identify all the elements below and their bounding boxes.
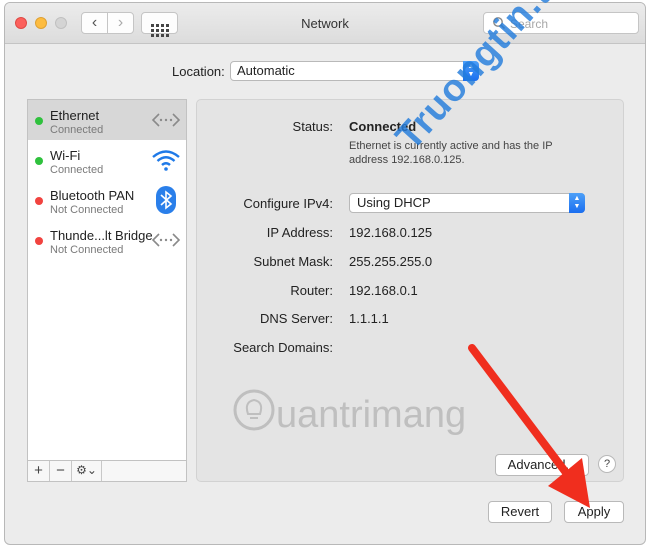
search-domains-label: Search Domains:: [233, 340, 333, 355]
status-dot-disconnected: [35, 197, 43, 205]
service-status: Connected: [50, 124, 104, 136]
status-label: Status:: [292, 119, 333, 134]
ip-address-label: IP Address:: [266, 225, 333, 240]
service-list[interactable]: Ethernet Connected Wi-Fi Connected Bluet…: [27, 99, 187, 461]
ethernet-arrows-icon: [151, 113, 181, 127]
bluetooth-icon: [156, 186, 176, 214]
subnet-mask-value: 255.255.255.0: [349, 254, 433, 269]
watermark-text-secondary: uantrimang: [276, 394, 467, 436]
gear-action-button[interactable]: ⚙︎⌄: [72, 461, 102, 481]
wifi-icon: [152, 150, 180, 171]
service-name: Bluetooth PAN: [50, 188, 135, 203]
router-label: Router:: [290, 283, 333, 298]
service-name: Wi-Fi: [50, 148, 81, 163]
service-item-thunderbolt-bridge[interactable]: Thunde...lt Bridge Not Connected: [28, 220, 186, 260]
red-annotation-arrow-icon: [468, 344, 590, 508]
status-dot-disconnected: [35, 237, 43, 245]
ip-address-value: 192.168.0.125: [349, 225, 433, 240]
ethernet-arrows-icon: [151, 233, 181, 247]
select-stepper-icon: ▲ ▼: [569, 193, 585, 213]
configure-ipv4-label: Configure IPv4:: [243, 196, 333, 211]
dns-server-value: 1.1.1.1: [349, 311, 389, 326]
service-name: Thunde...lt Bridge: [50, 228, 153, 243]
service-status: Not Connected: [50, 244, 124, 256]
lightbulb-watermark-icon: [233, 389, 275, 431]
status-dot-connected: [35, 157, 43, 165]
service-item-wifi[interactable]: Wi-Fi Connected: [28, 140, 186, 180]
location-value: Automatic: [237, 63, 295, 78]
subnet-mask-label: Subnet Mask:: [253, 254, 334, 269]
location-label: Location:: [172, 64, 225, 79]
service-name: Ethernet: [50, 108, 100, 123]
status-description: Ethernet is currently active and has the…: [349, 140, 553, 166]
remove-service-button[interactable]: −: [50, 461, 72, 481]
configure-ipv4-select[interactable]: Using DHCP ▲ ▼: [349, 193, 585, 213]
add-service-button[interactable]: +: [28, 461, 50, 481]
service-item-bluetooth-pan[interactable]: Bluetooth PAN Not Connected: [28, 180, 186, 220]
service-list-toolbar: + − ⚙︎⌄: [27, 461, 187, 482]
status-dot-connected: [35, 117, 43, 125]
dns-server-label: DNS Server:: [260, 311, 333, 326]
service-status: Connected: [50, 164, 104, 176]
router-value: 192.168.0.1: [349, 283, 418, 298]
service-item-ethernet[interactable]: Ethernet Connected: [28, 100, 186, 140]
configure-ipv4-value: Using DHCP: [357, 195, 431, 210]
service-status: Not Connected: [50, 204, 124, 216]
